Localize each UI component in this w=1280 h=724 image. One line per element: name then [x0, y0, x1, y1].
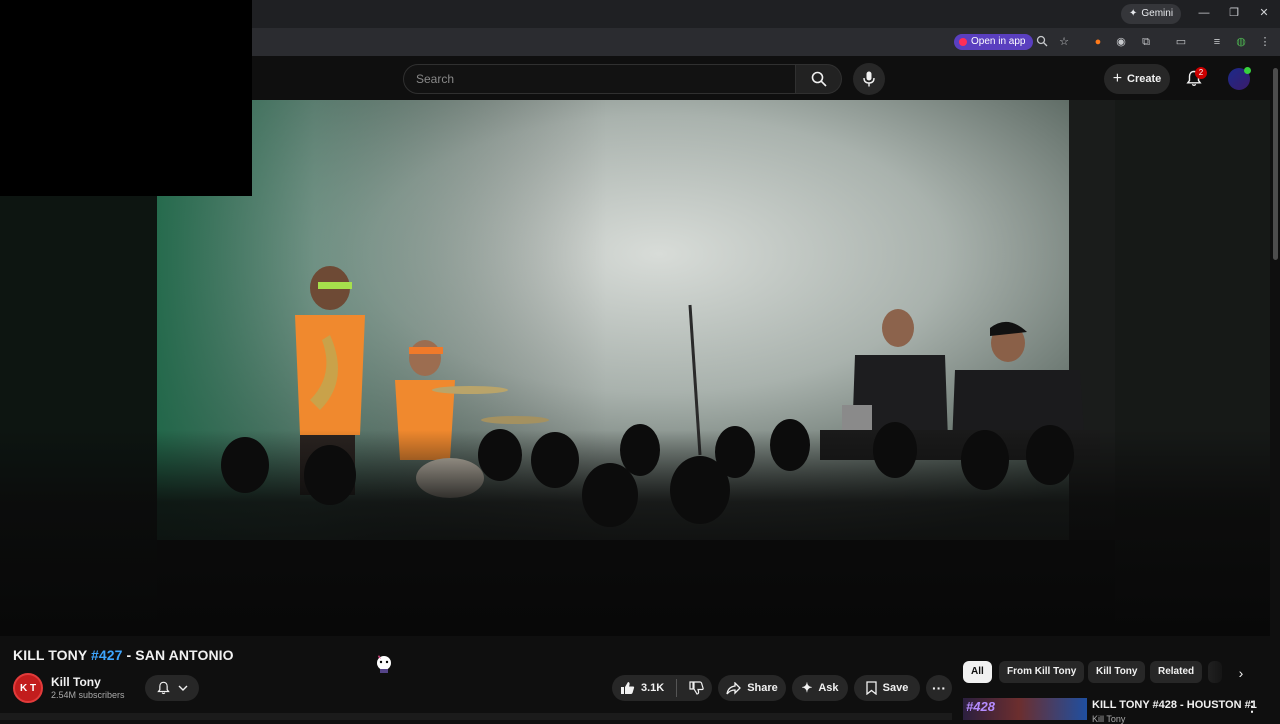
chevron-down-icon — [178, 685, 187, 691]
recommended-thumbnail-text: #428 — [966, 699, 995, 714]
minimize-icon[interactable]: — — [1197, 6, 1211, 20]
gemini-button[interactable]: ✦ Gemini — [1121, 4, 1182, 24]
like-dislike-group: 3.1K — [612, 675, 712, 701]
chip-fade — [1200, 660, 1230, 686]
dislike-button[interactable] — [689, 681, 704, 695]
restore-icon[interactable]: ❐ — [1227, 6, 1241, 20]
share-arrow-icon — [726, 681, 742, 695]
chip-kill-tony[interactable]: Kill Tony — [1088, 661, 1146, 683]
microphone-icon — [863, 71, 875, 87]
more-actions-button[interactable]: ··· — [926, 675, 952, 701]
account-avatar[interactable] — [1228, 67, 1251, 90]
share-button[interactable]: Share — [718, 675, 786, 701]
recommended-menu-icon[interactable]: ⋮ — [1245, 698, 1259, 715]
page-scrollbar[interactable] — [1270, 56, 1280, 636]
search-input[interactable]: Search — [403, 64, 796, 94]
like-divider — [676, 679, 678, 697]
channel-name-link[interactable]: Kill Tony — [51, 675, 101, 689]
save-label: Save — [882, 682, 909, 694]
scrollbar-thumb[interactable] — [1273, 68, 1278, 260]
create-label: Create — [1127, 73, 1162, 85]
ask-button[interactable]: ✦ Ask — [792, 675, 848, 701]
notification-badge: 2 — [1195, 67, 1207, 79]
ask-label: Ask — [818, 682, 839, 694]
bell-icon — [156, 681, 170, 695]
video-title: KILL TONY #427 - SAN ANTONIO — [13, 647, 234, 663]
thumbs-down-icon — [689, 681, 704, 695]
youtube-app-icon — [959, 38, 967, 46]
cursor-character-icon — [373, 653, 395, 675]
search-button[interactable] — [796, 64, 842, 94]
subscribed-notifications-button[interactable] — [145, 675, 199, 701]
recommended-channel: Kill Tony — [1092, 714, 1126, 724]
open-in-app-label: Open in app — [971, 36, 1026, 47]
video-title-prefix: KILL TONY — [13, 647, 92, 663]
chip-from-kill-tony[interactable]: From Kill Tony — [999, 661, 1085, 683]
close-icon[interactable]: ✕ — [1257, 6, 1271, 20]
star-icon[interactable]: ☆ — [1057, 35, 1071, 49]
channel-avatar-initials: K T — [19, 682, 37, 694]
puzzle-icon[interactable]: ⧉ — [1139, 35, 1153, 49]
zoom-icon[interactable] — [1035, 35, 1049, 49]
description-box-edge — [0, 713, 952, 720]
playlist-icon[interactable]: ≡ — [1210, 35, 1224, 49]
gemini-sparkle-icon: ✦ — [1129, 8, 1138, 19]
like-button[interactable]: 3.1K — [620, 681, 664, 695]
like-count: 3.1K — [641, 682, 665, 694]
voice-search-button[interactable] — [853, 63, 885, 95]
overlay-black-panel — [0, 0, 252, 196]
thumbs-up-icon — [621, 682, 635, 694]
open-in-app-button[interactable]: Open in app — [954, 34, 1033, 50]
channel-avatar[interactable]: K T — [13, 673, 43, 703]
create-button[interactable]: + Create — [1104, 64, 1170, 94]
video-hashtag-link[interactable]: #427 — [91, 647, 123, 663]
profile-icon[interactable]: ◍ — [1234, 35, 1248, 49]
share-label: Share — [747, 682, 778, 694]
video-title-suffix: - SAN ANTONIO — [122, 647, 234, 663]
kebab-icon[interactable]: ⋮ — [1258, 35, 1272, 49]
plus-icon: + — [1112, 70, 1123, 87]
cast-icon[interactable]: ▭ — [1174, 35, 1188, 49]
extension-orange-icon[interactable]: ● — [1091, 35, 1105, 49]
chip-all[interactable]: All — [963, 661, 992, 683]
chip-related[interactable]: Related — [1150, 661, 1203, 683]
status-dot-icon — [1244, 67, 1251, 74]
more-horizontal-icon: ··· — [932, 680, 946, 696]
search-placeholder: Search — [416, 72, 455, 86]
subscriber-count: 2.54M subscribers — [51, 690, 125, 700]
recommended-title[interactable]: KILL TONY #428 - HOUSTON #1 — [1092, 699, 1257, 711]
extension-circle-icon[interactable]: ◉ — [1114, 35, 1128, 49]
sparkle-icon: ✦ — [801, 680, 813, 695]
bookmark-icon — [865, 681, 877, 695]
search-icon — [811, 71, 827, 87]
gemini-label: Gemini — [1141, 8, 1174, 19]
chevron-right-icon[interactable]: › — [1230, 662, 1252, 684]
save-button[interactable]: Save — [854, 675, 920, 701]
